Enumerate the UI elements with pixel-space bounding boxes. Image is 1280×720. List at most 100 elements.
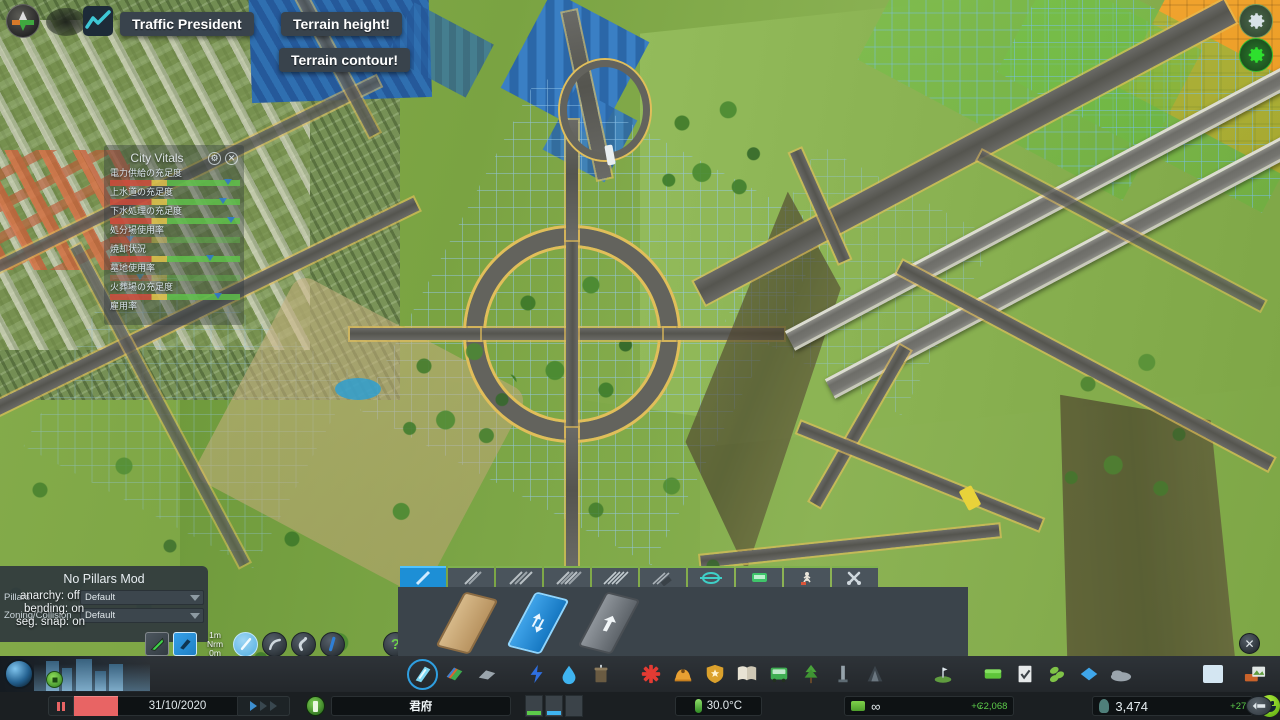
vital-label: 電力供給の充足度 bbox=[110, 168, 183, 178]
toolbar-weather[interactable] bbox=[1106, 660, 1135, 689]
toolbar-unique-buildings[interactable] bbox=[828, 660, 857, 689]
toolbar-landscaping[interactable] bbox=[928, 660, 957, 689]
toolbar-economy[interactable] bbox=[1042, 660, 1071, 689]
toolbar-asset-editor[interactable] bbox=[1240, 659, 1269, 688]
zoning-collision-label: Zoning/Collision bbox=[4, 609, 72, 621]
city-vitals-row: 墓地使用率 bbox=[110, 263, 240, 281]
city-vitals-panel[interactable]: City Vitals ⚙ ✕ 電力供給の充足度 上水道の充足度 下水処理の充足… bbox=[104, 145, 244, 325]
game-screen: Traffic President Terrain height! Terrai… bbox=[0, 0, 1280, 720]
tab-roads-highway[interactable] bbox=[544, 566, 590, 588]
population-icon bbox=[1099, 699, 1110, 713]
vital-bar bbox=[110, 236, 240, 243]
close-icon[interactable]: ✕ bbox=[225, 151, 238, 165]
no-pillars-title: No Pillars Mod bbox=[63, 572, 145, 586]
speed-1-arrow[interactable] bbox=[250, 701, 257, 711]
road-item-gravel[interactable] bbox=[434, 593, 500, 653]
pillars-label: Pillars bbox=[4, 591, 30, 603]
vital-label: 雇用率 bbox=[110, 301, 138, 311]
toolbar-police[interactable] bbox=[700, 660, 729, 689]
toolbar-transport[interactable] bbox=[764, 660, 793, 689]
vital-bar bbox=[110, 255, 240, 262]
money-change: +₢2,068 bbox=[971, 700, 1008, 712]
city-status-icon[interactable] bbox=[306, 696, 325, 716]
gear-icon[interactable] bbox=[1239, 4, 1273, 38]
money-widget[interactable]: ∞ +₢2,068 bbox=[844, 696, 1015, 716]
main-toolbar bbox=[0, 656, 1280, 692]
vital-bar bbox=[110, 198, 240, 205]
vital-label: 火葬場の充足度 bbox=[110, 282, 174, 292]
toolbar-fire[interactable] bbox=[668, 660, 697, 689]
toolbar-content-manager[interactable] bbox=[1198, 659, 1227, 688]
tab-intersections[interactable] bbox=[688, 566, 734, 588]
city-vitals-title: City Vitals bbox=[130, 151, 184, 165]
toolbar-healthcare[interactable] bbox=[636, 660, 665, 689]
toolbar-roads[interactable] bbox=[407, 658, 438, 690]
chevron-down-icon bbox=[190, 613, 200, 619]
zoning-collision-dropdown[interactable]: Default bbox=[80, 608, 204, 623]
city-vitals-row: 電力供給の充足度 bbox=[110, 168, 240, 186]
terrain-contour-tooltip: Terrain contour! bbox=[279, 48, 411, 72]
toolbar-water[interactable] bbox=[554, 660, 583, 689]
zoning-collision-dropdown-value: Default bbox=[85, 610, 116, 621]
demand-bars-widget[interactable] bbox=[524, 695, 583, 717]
speed-indicator-bar bbox=[74, 696, 118, 716]
pillars-dropdown[interactable]: Default bbox=[80, 590, 204, 605]
pencil-icon[interactable] bbox=[173, 632, 197, 656]
road-item-one-way[interactable] bbox=[576, 593, 642, 653]
toolbar-garbage[interactable] bbox=[586, 660, 615, 689]
trees-east bbox=[1060, 330, 1200, 510]
vital-bar bbox=[110, 179, 240, 186]
speed-3-arrow[interactable] bbox=[270, 701, 277, 711]
freeform-icon[interactable] bbox=[291, 631, 316, 657]
tab-roads-medium[interactable] bbox=[448, 566, 494, 588]
city-level-badge bbox=[46, 671, 63, 688]
toolbar-zoning[interactable] bbox=[440, 660, 469, 689]
curve-icon[interactable] bbox=[262, 631, 287, 657]
demand-bar-commercial bbox=[544, 695, 563, 717]
toolbar-monuments[interactable] bbox=[860, 660, 889, 689]
speed-2-arrow[interactable] bbox=[260, 701, 267, 711]
straight-line-icon[interactable] bbox=[233, 631, 258, 657]
toolbar-info-views[interactable] bbox=[1074, 660, 1103, 689]
simulation-speed-group: 31/10/2020 bbox=[48, 696, 290, 716]
city-name[interactable]: 君府 bbox=[330, 696, 511, 716]
demand-bar-residential bbox=[524, 695, 543, 717]
tab-public-transport[interactable] bbox=[736, 566, 782, 588]
tab-roads-bus[interactable] bbox=[640, 566, 686, 588]
game-date: 31/10/2020 bbox=[118, 696, 238, 716]
compass-icon[interactable] bbox=[6, 4, 40, 38]
population-value: 3,474 bbox=[1115, 698, 1148, 714]
pause-icon[interactable] bbox=[48, 696, 74, 716]
close-icon[interactable]: ✕ bbox=[1239, 633, 1260, 654]
road-item-two-lane[interactable] bbox=[505, 593, 571, 653]
population-widget[interactable]: 3,474 +27 bbox=[1092, 696, 1254, 716]
vital-bar bbox=[110, 293, 240, 300]
tab-roads-large[interactable] bbox=[496, 566, 542, 588]
toolbar-districts[interactable] bbox=[472, 660, 501, 689]
gear-icon[interactable]: ⚙ bbox=[208, 151, 221, 165]
toolbar-electricity[interactable] bbox=[522, 660, 551, 689]
no-pillars-row-zoning: Zoning/Collision Default bbox=[0, 608, 208, 626]
tab-roads-small[interactable] bbox=[400, 566, 446, 588]
toolbar-money[interactable] bbox=[978, 660, 1007, 689]
traffic-president-tooltip: Traffic President bbox=[120, 12, 254, 36]
city-vitals-row: 焼却状況 bbox=[110, 244, 240, 262]
tab-pedestrian-paths[interactable] bbox=[784, 566, 830, 588]
tab-maintenance[interactable] bbox=[832, 566, 878, 588]
speed-arrows[interactable] bbox=[238, 696, 290, 716]
gear-active-icon[interactable] bbox=[1239, 38, 1273, 72]
tab-roads-wide[interactable] bbox=[592, 566, 638, 588]
upgrade-icon[interactable] bbox=[320, 631, 345, 657]
money-icon bbox=[851, 701, 866, 711]
no-pillars-row-pillars: Pillars Default bbox=[0, 590, 208, 608]
terrain-icon[interactable] bbox=[145, 632, 169, 656]
traffic-chart-icon[interactable] bbox=[83, 6, 113, 36]
toolbar-education[interactable] bbox=[732, 660, 761, 689]
minimap-icon[interactable] bbox=[1246, 696, 1272, 716]
city-vitals-header: City Vitals ⚙ ✕ bbox=[110, 149, 238, 167]
road-category-tabs bbox=[400, 566, 878, 588]
city-vitals-row: 処分場使用率 bbox=[110, 225, 240, 243]
toolbar-policies[interactable] bbox=[1010, 660, 1039, 689]
toolbar-parks[interactable] bbox=[796, 660, 825, 689]
city-info-panel[interactable] bbox=[0, 656, 150, 692]
